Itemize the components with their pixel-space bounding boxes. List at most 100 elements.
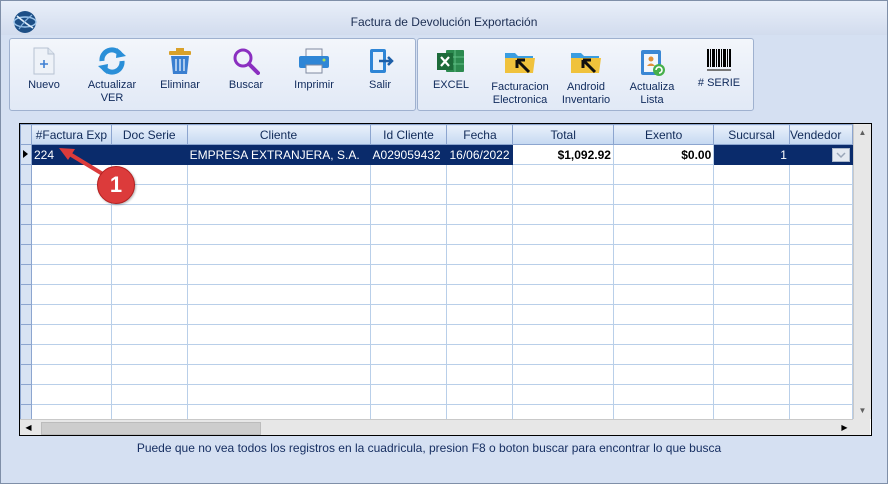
serie-button[interactable]: # SERIE [690, 39, 748, 110]
grid-cell[interactable] [30, 284, 112, 305]
buscar-button[interactable]: Buscar [222, 39, 270, 110]
grid-cell[interactable] [612, 384, 715, 405]
grid-cell[interactable] [713, 284, 790, 305]
grid-cell[interactable] [713, 264, 790, 285]
actualizar-button[interactable]: Actualizar VER [80, 39, 144, 110]
grid-cell[interactable] [512, 224, 614, 245]
table-row[interactable] [20, 384, 854, 405]
grid-cell[interactable] [446, 384, 514, 405]
grid-cell[interactable] [446, 364, 514, 385]
col-header-cliente[interactable]: Cliente [186, 124, 371, 145]
cell-exento[interactable]: $0.00 [612, 144, 715, 165]
table-row[interactable] [20, 264, 854, 285]
grid-cell[interactable] [788, 344, 854, 365]
grid-cell[interactable] [788, 264, 854, 285]
col-header-factura[interactable]: #Factura Exp [30, 124, 112, 145]
grid-cell[interactable] [30, 244, 112, 265]
grid-cell[interactable] [186, 284, 371, 305]
grid-cell[interactable] [30, 304, 112, 325]
grid-cell[interactable] [110, 224, 188, 245]
grid-cell[interactable] [612, 244, 715, 265]
col-header-fecha[interactable]: Fecha [446, 124, 514, 145]
grid-cell[interactable] [369, 244, 448, 265]
grid-cell[interactable] [788, 364, 854, 385]
cell-fecha[interactable]: 16/06/2022 [446, 144, 514, 165]
table-row[interactable] [20, 244, 854, 265]
grid-cell[interactable] [369, 344, 448, 365]
grid-cell[interactable] [713, 204, 790, 225]
col-header-sucursal[interactable]: Sucursal [713, 124, 790, 145]
grid-cell[interactable] [186, 164, 371, 185]
grid-cell[interactable] [788, 184, 854, 205]
grid-cell[interactable] [788, 304, 854, 325]
table-row[interactable] [20, 284, 854, 305]
grid-cell[interactable] [30, 384, 112, 405]
grid-cell[interactable] [788, 244, 854, 265]
grid-cell[interactable] [110, 264, 188, 285]
grid-cell[interactable] [713, 384, 790, 405]
cell-vendedor[interactable] [788, 144, 854, 165]
grid-cell[interactable] [110, 284, 188, 305]
grid-cell[interactable] [713, 364, 790, 385]
grid-cell[interactable] [186, 204, 371, 225]
grid-cell[interactable] [612, 164, 715, 185]
grid-cell[interactable] [512, 364, 614, 385]
grid-cell[interactable] [713, 304, 790, 325]
grid-cell[interactable] [512, 284, 614, 305]
eliminar-button[interactable]: Eliminar [156, 39, 204, 110]
cell-cliente[interactable]: EMPRESA EXTRANJERA, S.A. [186, 144, 371, 165]
grid-cell[interactable] [186, 384, 371, 405]
cell-doc-serie[interactable] [110, 144, 188, 165]
table-row[interactable] [20, 304, 854, 325]
col-header-exento[interactable]: Exento [612, 124, 715, 145]
android-inventario-button[interactable]: Android Inventario [558, 39, 614, 110]
scroll-up-icon[interactable]: ▲ [854, 124, 871, 141]
grid-cell[interactable] [512, 184, 614, 205]
grid-cell[interactable] [369, 204, 448, 225]
grid-cell[interactable] [713, 244, 790, 265]
grid-cell[interactable] [512, 204, 614, 225]
table-row[interactable] [20, 184, 854, 205]
grid-cell[interactable] [612, 264, 715, 285]
grid-cell[interactable] [30, 344, 112, 365]
grid-cell[interactable] [512, 264, 614, 285]
grid-cell[interactable] [446, 244, 514, 265]
grid-cell[interactable] [512, 384, 614, 405]
grid-cell[interactable] [612, 204, 715, 225]
table-row[interactable] [20, 164, 854, 185]
grid-cell[interactable] [110, 324, 188, 345]
table-row[interactable] [20, 344, 854, 365]
grid-cell[interactable] [186, 264, 371, 285]
col-header-doc-serie[interactable]: Doc Serie [110, 124, 188, 145]
grid-cell[interactable] [110, 364, 188, 385]
horizontal-scroll-thumb[interactable] [41, 422, 261, 435]
grid-cell[interactable] [512, 344, 614, 365]
table-row[interactable] [20, 324, 854, 345]
grid-cell[interactable] [788, 384, 854, 405]
grid-cell[interactable] [612, 304, 715, 325]
scroll-right-icon[interactable]: ▶ [836, 420, 853, 435]
grid-cell[interactable] [446, 204, 514, 225]
grid-cell[interactable] [612, 284, 715, 305]
grid-cell[interactable] [713, 164, 790, 185]
grid-cell[interactable] [612, 364, 715, 385]
grid-cell[interactable] [186, 244, 371, 265]
grid-cell[interactable] [110, 344, 188, 365]
grid-cell[interactable] [713, 224, 790, 245]
grid-cell[interactable] [369, 284, 448, 305]
facturacion-electronica-button[interactable]: Facturacion Electronica [484, 39, 556, 110]
excel-button[interactable]: EXCEL [428, 39, 474, 110]
table-row[interactable] [20, 204, 854, 225]
vertical-scrollbar[interactable]: ▲ ▼ [853, 124, 871, 419]
table-row[interactable] [20, 364, 854, 385]
grid-cell[interactable] [788, 284, 854, 305]
grid-cell[interactable] [369, 224, 448, 245]
nuevo-button[interactable]: Nuevo [22, 39, 66, 110]
grid-cell[interactable] [446, 184, 514, 205]
grid-cell[interactable] [369, 364, 448, 385]
grid-cell[interactable] [446, 264, 514, 285]
grid-cell[interactable] [369, 304, 448, 325]
grid-cell[interactable] [30, 364, 112, 385]
horizontal-scrollbar[interactable]: ◀ ▶ [20, 419, 853, 435]
grid-cell[interactable] [30, 224, 112, 245]
